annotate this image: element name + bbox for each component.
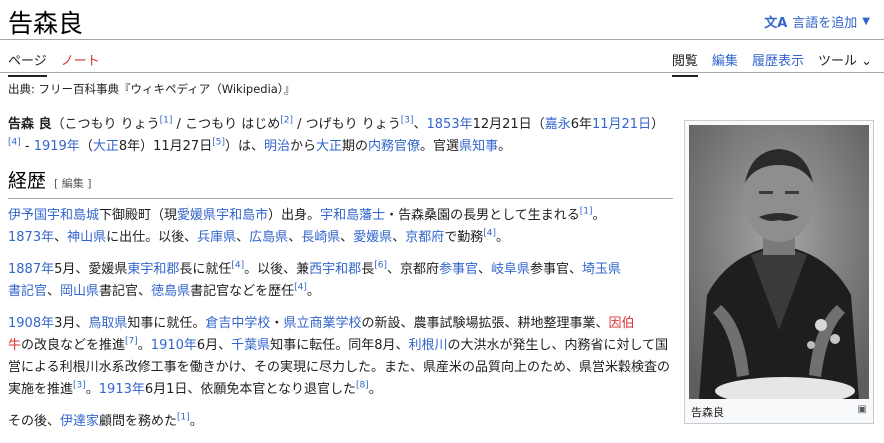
- section-edit-link[interactable]: [ 編集 ]: [54, 177, 92, 190]
- article-body: 告森 良（こつもり りょう[1] / こつもり はじめ[2] / つげもり りょ…: [8, 114, 673, 443]
- enlarge-icon[interactable]: ▣: [858, 404, 867, 415]
- inline-link[interactable]: [8]: [356, 381, 369, 391]
- paragraph: 伊予国宇和島城下御殿町（現愛媛県宇和島市）出身。宇和島藩士・告森桑園の長男として…: [8, 206, 606, 245]
- lead-paragraph: 告森 良（こつもり りょう[1] / こつもり はじめ[2] / つげもり りょ…: [8, 115, 665, 154]
- page-title: 告森良: [8, 9, 84, 38]
- infobox-caption: 告森良: [691, 406, 724, 419]
- inline-link[interactable]: 東宇和郡: [127, 262, 179, 277]
- paragraph: 1887年5月、愛媛県東宇和郡長に就任[4]。以後、兼西宇和郡長[6]、京都府参…: [8, 260, 622, 299]
- inline-link[interactable]: 京都府: [405, 230, 444, 245]
- inline-link[interactable]: 利根川: [408, 338, 447, 353]
- inline-link[interactable]: 1873年: [8, 230, 54, 245]
- inline-link[interactable]: [5]: [212, 138, 225, 148]
- language-button-label: 言語を追加: [792, 16, 858, 31]
- inline-link[interactable]: 愛媛県: [353, 230, 392, 245]
- inline-link[interactable]: 岡山県: [60, 284, 99, 299]
- inline-link[interactable]: 県知事: [459, 139, 498, 154]
- inline-link[interactable]: 宇和島藩士: [320, 208, 385, 223]
- paragraph: その後、伊達家顧問を務めた[1]。: [8, 412, 203, 429]
- title-divider: [0, 39, 884, 40]
- translate-icon: 文A: [764, 16, 788, 31]
- inline-link[interactable]: [4]: [8, 138, 21, 148]
- inline-link[interactable]: 愛媛県: [177, 208, 216, 223]
- portrait-image: [689, 125, 869, 399]
- inline-link[interactable]: 書記官: [8, 284, 47, 299]
- chevron-down-icon: ⌄: [856, 54, 872, 69]
- inline-link[interactable]: 兵庫県: [197, 230, 236, 245]
- inline-link[interactable]: 広島県: [249, 230, 288, 245]
- inline-link[interactable]: 西宇和郡: [309, 262, 361, 277]
- inline-link[interactable]: 伊予国: [8, 208, 47, 223]
- inline-link[interactable]: 1908年: [8, 316, 54, 331]
- inline-link[interactable]: 伊達家: [60, 414, 99, 429]
- inline-link[interactable]: [3]: [401, 116, 414, 126]
- inline-link[interactable]: 1887年: [8, 262, 54, 277]
- inline-link[interactable]: 1910年: [151, 338, 197, 353]
- inline-link[interactable]: 1919年: [34, 139, 80, 154]
- inline-link[interactable]: 千葉県: [231, 338, 270, 353]
- inline-link[interactable]: 徳島県: [151, 284, 190, 299]
- inline-link[interactable]: 倉吉中学校: [205, 316, 270, 331]
- inline-link[interactable]: 嘉永: [545, 117, 571, 132]
- section-heading-text: 経歴: [8, 170, 47, 192]
- paragraph: 1908年3月、鳥取県知事に就任。倉吉中学校・県立商業学校の新設、農事試験場拡張…: [8, 316, 670, 397]
- inline-link[interactable]: 11月21日: [592, 117, 651, 132]
- chevron-down-icon: ▼: [862, 16, 870, 27]
- inline-link[interactable]: [4]: [294, 283, 307, 293]
- language-button[interactable]: 文A 言語を追加 ▼: [764, 12, 870, 31]
- inline-link[interactable]: 大正: [316, 139, 342, 154]
- inline-link[interactable]: [4]: [231, 261, 244, 271]
- inline-link[interactable]: 大正: [93, 139, 119, 154]
- inline-link[interactable]: 神山県: [67, 230, 106, 245]
- inline-link[interactable]: 1853年: [427, 117, 473, 132]
- tabs-divider: [0, 72, 884, 73]
- section-heading: 経歴 [ 編集 ]: [8, 170, 673, 199]
- inline-link[interactable]: 鳥取県: [88, 316, 127, 331]
- inline-link[interactable]: 岐阜県: [491, 262, 530, 277]
- inline-link[interactable]: 県立商業学校: [283, 316, 361, 331]
- inline-link[interactable]: [7]: [125, 337, 138, 347]
- inline-link[interactable]: [6]: [374, 261, 387, 271]
- inline-link[interactable]: [1]: [160, 116, 173, 126]
- inline-link[interactable]: 1913年: [99, 382, 145, 397]
- inline-link[interactable]: [1]: [580, 207, 593, 217]
- inline-link[interactable]: 参事官: [439, 262, 478, 277]
- source-note: 出典: フリー百科事典『ウィキペディア（Wikipedia）』: [8, 82, 296, 96]
- inline-link[interactable]: [3]: [73, 381, 86, 391]
- inline-link[interactable]: [2]: [280, 116, 293, 126]
- portrait-photo[interactable]: [689, 125, 869, 399]
- tools-label: ツール: [817, 54, 857, 69]
- inline-link[interactable]: 宇和島城: [47, 208, 99, 223]
- inline-link[interactable]: 宇和島市: [216, 208, 268, 223]
- inline-link[interactable]: 長崎県: [301, 230, 340, 245]
- inline-link[interactable]: 明治: [264, 139, 290, 154]
- infobox: 告森良 ▣: [684, 120, 874, 424]
- inline-link[interactable]: [4]: [483, 229, 496, 239]
- inline-link[interactable]: [1]: [177, 413, 190, 423]
- inline-link[interactable]: 埼玉県: [582, 262, 621, 277]
- inline-link[interactable]: 内務官僚: [368, 139, 420, 154]
